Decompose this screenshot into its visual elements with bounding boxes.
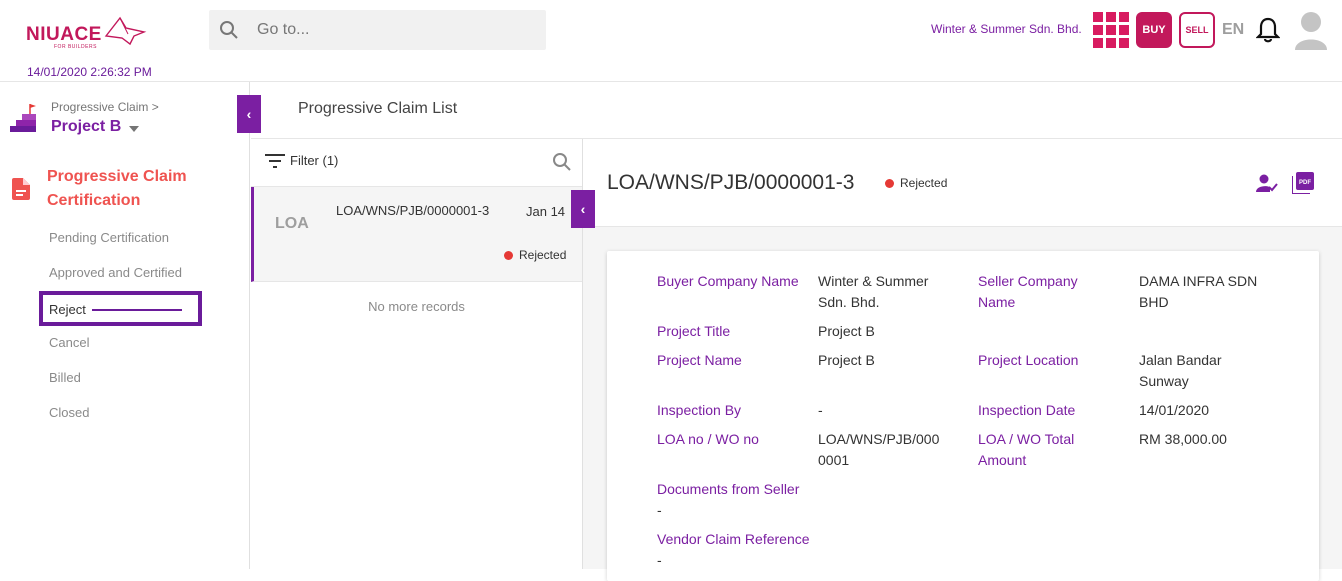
- field-label: LOA no / WO no: [657, 431, 759, 447]
- svg-text:PDF: PDF: [1299, 180, 1311, 186]
- list-item-type: LOA: [275, 215, 309, 232]
- section-title[interactable]: Progressive Claim Certification: [47, 165, 237, 213]
- logo-text: NIUACE: [26, 24, 102, 45]
- buy-button[interactable]: BUY: [1136, 12, 1172, 48]
- notification-bell-icon[interactable]: [1256, 16, 1280, 44]
- page-title: Progressive Claim List: [298, 100, 458, 117]
- status-dot-icon: [504, 251, 513, 260]
- field-value: LOA/WNS/PJB/0000001: [818, 431, 940, 468]
- user-approve-icon[interactable]: [1256, 173, 1278, 193]
- field-label: Seller Company Name: [978, 273, 1078, 310]
- sidebar-collapse-button[interactable]: ‹: [237, 95, 261, 133]
- top-header: NIUACE FOR BUILDERS Winter & Summer Sdn.…: [0, 0, 1342, 62]
- filter-label[interactable]: Filter (1): [290, 153, 338, 168]
- detail-reference: LOA/WNS/PJB/0000001-3: [607, 171, 855, 194]
- field-label: Inspection Date: [978, 402, 1076, 418]
- claim-list-panel: Filter (1) LOA LOA/WNS/PJB/0000001-3 Jan…: [251, 139, 583, 569]
- sidebar-item-approved-and-certified[interactable]: Approved and Certified: [49, 265, 182, 280]
- field-value: -: [818, 402, 823, 418]
- search-icon[interactable]: [552, 152, 572, 172]
- app-logo[interactable]: NIUACE FOR BUILDERS: [24, 14, 148, 50]
- field-value: Project B: [818, 323, 875, 339]
- sidebar-item-closed[interactable]: Closed: [49, 405, 89, 420]
- field-label: Documents from Seller: [657, 481, 800, 497]
- field-value: Project B: [818, 352, 875, 368]
- logo-tagline: FOR BUILDERS: [54, 44, 97, 50]
- field-label: Project Name: [657, 352, 742, 368]
- claim-detail-panel: LOA/WNS/PJB/0000001-3 Rejected PDF Buyer…: [583, 139, 1342, 581]
- global-search[interactable]: [209, 10, 546, 50]
- no-more-records: No more records: [368, 299, 465, 314]
- breadcrumb[interactable]: Progressive Claim >: [51, 100, 159, 114]
- project-selector[interactable]: Project B: [51, 118, 121, 136]
- status-badge: Rejected: [885, 176, 947, 190]
- sell-button[interactable]: SELL: [1179, 12, 1215, 48]
- language-switch[interactable]: EN: [1222, 21, 1244, 39]
- field-value: -: [657, 552, 662, 568]
- sidebar-item-reject[interactable]: Reject: [39, 291, 202, 326]
- field-value: DAMA INFRA SDN BHD: [1139, 273, 1258, 310]
- sidebar: Progressive Claim > Project B ‹ Progress…: [0, 82, 261, 569]
- field-label: Project Title: [657, 323, 731, 339]
- field-value: 14/01/2020: [1139, 402, 1210, 418]
- field-label: LOA / WO Total Amount: [978, 431, 1075, 468]
- sidebar-item-billed[interactable]: Billed: [49, 370, 81, 385]
- search-icon: [220, 21, 238, 39]
- highlight-annotation-line: [92, 309, 182, 311]
- sidebar-item-pending-certification[interactable]: Pending Certification: [49, 230, 169, 245]
- pdf-icon[interactable]: PDF: [1292, 172, 1314, 194]
- field-label: Buyer Company Name: [657, 273, 799, 289]
- field-value: RM 38,000.00: [1139, 431, 1227, 447]
- chevron-down-icon[interactable]: [129, 126, 139, 132]
- field-label: Project Location: [978, 352, 1079, 368]
- filter-bar: Filter (1): [251, 139, 582, 187]
- list-item-date: Jan 14: [526, 204, 566, 219]
- sidebar-item-cancel[interactable]: Cancel: [49, 335, 89, 350]
- detail-header: LOA/WNS/PJB/0000001-3 Rejected PDF: [583, 139, 1342, 227]
- filter-icon[interactable]: [265, 154, 285, 168]
- status-badge: Rejected: [504, 248, 566, 262]
- field-label: Vendor Claim Reference: [657, 531, 810, 547]
- list-collapse-button[interactable]: ‹: [571, 190, 595, 228]
- list-item-reference: LOA/WNS/PJB/0000001-3: [336, 203, 490, 218]
- project-stairs-icon: [10, 104, 36, 132]
- detail-card: Buyer Company Name Winter & Summer Sdn. …: [607, 251, 1319, 581]
- status-dot-icon: [885, 179, 894, 188]
- company-name[interactable]: Winter & Summer Sdn. Bhd.: [931, 22, 1082, 36]
- apps-grid-icon[interactable]: [1093, 12, 1129, 48]
- user-avatar-icon[interactable]: [1293, 10, 1329, 50]
- field-label: Inspection By: [657, 402, 742, 418]
- field-value: -: [657, 502, 662, 518]
- field-value: Winter & Summer Sdn. Bhd.: [818, 273, 929, 310]
- logo-bird-icon: [104, 16, 147, 46]
- document-icon: [12, 178, 30, 200]
- sidebar-item-label: Reject: [49, 302, 86, 317]
- list-item[interactable]: LOA LOA/WNS/PJB/0000001-3 Jan 14 Rejecte…: [251, 187, 582, 282]
- timestamp: 14/01/2020 2:26:32 PM: [27, 65, 152, 79]
- search-input[interactable]: [257, 18, 537, 42]
- field-value: Jalan Bandar Sunway: [1139, 352, 1222, 389]
